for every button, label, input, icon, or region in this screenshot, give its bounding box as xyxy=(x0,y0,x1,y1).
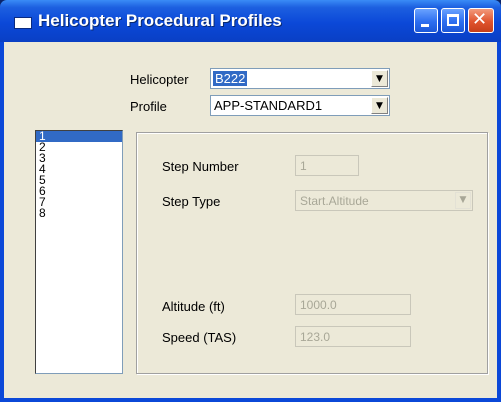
window-frame-bottom xyxy=(0,398,501,402)
close-button[interactable]: ✕ xyxy=(468,8,494,33)
list-item[interactable]: 4 xyxy=(36,163,122,175)
profile-label: Profile xyxy=(130,99,167,114)
minimize-icon xyxy=(421,24,429,27)
window-frame-right xyxy=(497,42,501,402)
altitude-label: Altitude (ft) xyxy=(162,299,225,314)
step-details-panel: Step Number 1 Step Type Start.Altitude ▼… xyxy=(136,132,488,374)
step-number-label: Step Number xyxy=(162,159,239,174)
steps-listbox[interactable]: 1 2 3 4 5 6 7 8 xyxy=(35,130,123,374)
list-item[interactable]: 8 xyxy=(36,207,122,219)
helicopter-dropdown-value: B222 xyxy=(213,71,248,86)
close-icon: ✕ xyxy=(472,9,488,30)
list-item[interactable]: 1 xyxy=(36,130,122,142)
chevron-down-icon: ▼ xyxy=(455,192,471,209)
speed-field: 123.0 xyxy=(295,326,411,347)
maximize-button[interactable] xyxy=(441,8,465,33)
altitude-value: 1000.0 xyxy=(300,298,337,312)
list-item[interactable]: 5 xyxy=(36,174,122,186)
altitude-field: 1000.0 xyxy=(295,294,411,315)
step-number-field: 1 xyxy=(295,155,359,176)
minimize-button[interactable] xyxy=(414,8,438,33)
dialog-client-area: Helicopter B222 ▼ Profile APP-STANDARD1 … xyxy=(4,42,497,398)
chevron-down-icon[interactable]: ▼ xyxy=(371,70,388,87)
list-item[interactable]: 7 xyxy=(36,196,122,208)
list-item[interactable]: 3 xyxy=(36,152,122,164)
speed-value: 123.0 xyxy=(300,330,331,344)
window-title: Helicopter Procedural Profiles xyxy=(38,11,282,30)
helicopter-dropdown[interactable]: B222 ▼ xyxy=(210,68,390,89)
step-type-dropdown: Start.Altitude ▼ xyxy=(295,190,473,211)
list-item[interactable]: 2 xyxy=(36,141,122,153)
step-number-value: 1 xyxy=(300,159,307,173)
step-type-label: Step Type xyxy=(162,194,221,209)
speed-label: Speed (TAS) xyxy=(162,330,237,345)
window-icon xyxy=(14,17,32,29)
chevron-down-icon[interactable]: ▼ xyxy=(371,97,388,114)
list-item[interactable]: 6 xyxy=(36,185,122,197)
step-type-value: Start.Altitude xyxy=(300,194,369,208)
profile-dropdown-value: APP-STANDARD1 xyxy=(214,98,323,113)
maximize-icon xyxy=(447,14,459,26)
application-window: Helicopter Procedural Profiles ✕ Helicop… xyxy=(0,0,501,402)
title-bar[interactable]: Helicopter Procedural Profiles ✕ xyxy=(0,0,501,42)
helicopter-label: Helicopter xyxy=(130,72,189,87)
profile-dropdown[interactable]: APP-STANDARD1 ▼ xyxy=(210,95,390,116)
